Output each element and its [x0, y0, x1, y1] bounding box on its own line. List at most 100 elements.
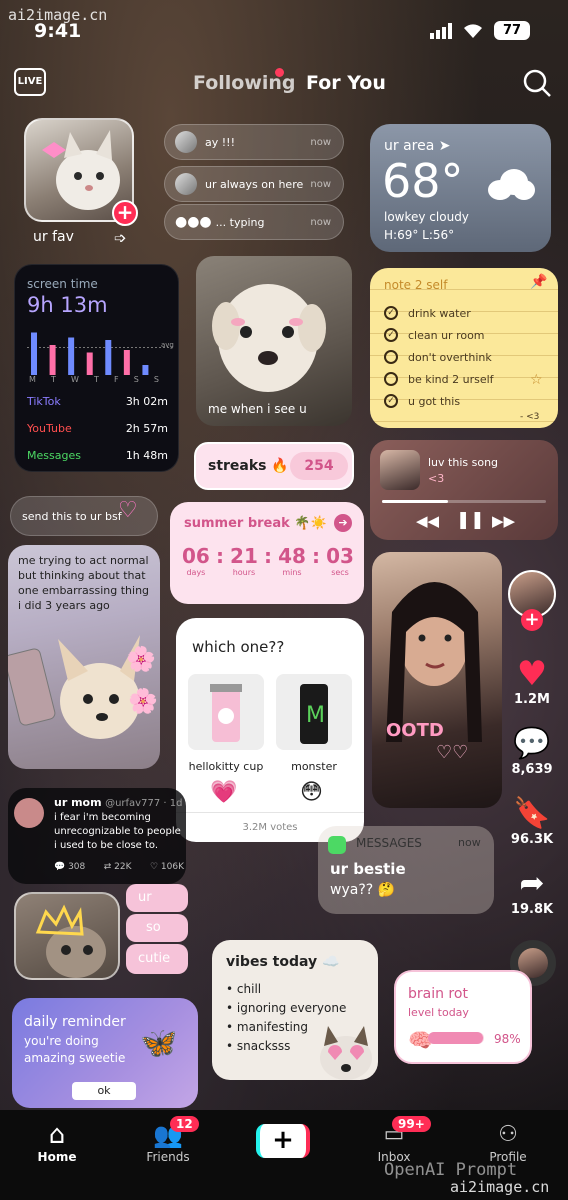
comment-icon: 💬	[513, 726, 551, 761]
screen-time-widget[interactable]: screen time 9h 13m avg M T W T F S S TikTok 3h …	[14, 264, 179, 472]
messages-app-icon	[328, 836, 346, 854]
search-icon[interactable]	[522, 68, 552, 98]
share-arrow-icon[interactable]: ➩	[114, 229, 127, 247]
note-item[interactable]: ✓ clean ur room	[384, 324, 544, 346]
vibes-item: • ignoring everyone	[226, 1001, 347, 1015]
hearts-doodle-icon: ♡♡	[436, 742, 469, 763]
album-art	[380, 450, 420, 490]
day-label: F	[113, 375, 119, 384]
reminder-ok-button[interactable]: ok	[72, 1082, 136, 1100]
live-button[interactable]: LIVE	[14, 68, 46, 96]
weather-hilo: H:69° L:56°	[384, 228, 455, 242]
create-button[interactable]: +	[256, 1124, 310, 1158]
chat-bubble[interactable]: ay !!! now	[164, 124, 344, 160]
dog-meme-caption: me when i see u	[208, 402, 307, 416]
screen-time-total: 9h 13m	[27, 293, 108, 317]
nav-home[interactable]: ⌂ Home	[17, 1120, 97, 1164]
poll-widget[interactable]: which one?? M hellokitty cup monster 💗 😳…	[176, 618, 364, 842]
divider	[176, 812, 364, 813]
pin-icon: 📌	[530, 274, 548, 290]
ootd-text: OOTD	[386, 720, 444, 741]
following-notification-dot	[275, 68, 284, 77]
app-row-messages: Messages 1h 48m	[27, 449, 168, 462]
screen-time-bar	[123, 350, 130, 375]
screen-time-bar	[142, 365, 149, 375]
note-item[interactable]: be kind 2 urself	[384, 368, 544, 390]
butterfly-icon: 🦋	[140, 1026, 178, 1061]
poll-question: which one??	[192, 638, 285, 656]
streaks-widget[interactable]: streaks 🔥 254	[194, 442, 354, 490]
save-button[interactable]: 🔖 96.3K	[502, 796, 562, 847]
chihuahua-meme-card[interactable]: me trying to act normal but thinking abo…	[8, 545, 160, 769]
nav-profile[interactable]: ⚇ Profile	[468, 1120, 548, 1164]
chat-bubble[interactable]: ur always on here now	[164, 166, 344, 202]
tab-for-you[interactable]: For You	[306, 72, 386, 94]
screen-time-chart	[27, 332, 172, 375]
note-signature: - <3	[520, 412, 540, 422]
comment-button[interactable]: 💬 8,639	[502, 726, 562, 777]
brain-rot-fill	[428, 1032, 483, 1044]
tweet-text: i fear i'm becoming unrecognizable to pe…	[54, 812, 181, 851]
day-label: T	[51, 375, 56, 384]
vibes-title: vibes today ☁️	[226, 954, 340, 970]
like-button[interactable]: ♥ 1.2M	[502, 656, 562, 707]
follow-plus-button[interactable]: +	[521, 609, 543, 631]
rewind-icon[interactable]: ◀◀	[416, 512, 439, 530]
notification-sender: ur bestie	[330, 860, 406, 878]
reminder-line: you're doing	[24, 1034, 99, 1048]
check-circle-icon: ✓	[384, 328, 398, 342]
poll-option-image-monster[interactable]: M	[276, 674, 352, 750]
forward-icon[interactable]: ▶▶	[492, 512, 515, 530]
retweet-count[interactable]: ⇄ 22K	[104, 862, 132, 872]
song-progress-fill	[382, 500, 448, 503]
chat-bubble[interactable]: ●●●... typing now	[164, 204, 344, 240]
empty-circle-icon	[384, 350, 398, 364]
countdown-widget[interactable]: summer break 🌴☀️ ➔ 06 days : 21 hours : 48…	[170, 502, 364, 604]
note-item[interactable]: don't overthink	[384, 346, 544, 368]
day-label: M	[29, 375, 36, 384]
day-label: W	[70, 375, 79, 384]
tweet-handle: @urfav777 · 1d	[105, 798, 183, 809]
bookmark-icon: 🔖	[513, 796, 551, 831]
signal-icon	[430, 23, 454, 39]
poll-option-image-cup[interactable]	[188, 674, 264, 750]
inbox-badge: 99+	[392, 1116, 431, 1132]
tweet-card[interactable]: ur mom @urfav777 · 1d i fear i'm becomin…	[8, 788, 186, 884]
weather-widget[interactable]: ur area ➤ 68° lowkey cloudy H:69° L:56°	[370, 124, 551, 252]
watermark-bottom: ai2image.cn	[450, 1178, 550, 1196]
bubble-word: cutie	[126, 944, 188, 974]
pause-icon[interactable]: ❚❚	[456, 510, 485, 530]
fav-follow-button[interactable]: +	[112, 200, 138, 226]
reminder-line: amazing sweetie	[24, 1051, 126, 1065]
poll-option-label: monster	[291, 760, 337, 773]
poll-vote-heart-button[interactable]: 💗	[210, 780, 237, 805]
arrow-right-icon[interactable]: ➔	[334, 514, 352, 532]
note-widget[interactable]: note 2 self 📌 ✓ drink water ✓ clean ur roo…	[370, 268, 558, 428]
brain-rot-widget[interactable]: brain rot level today 🧠 98%	[394, 970, 532, 1064]
weather-location: ur area ➤	[384, 138, 451, 154]
message-notification[interactable]: MESSAGES now ur bestie wya?? 🤔	[318, 826, 494, 914]
screen-time-bar	[68, 337, 75, 375]
crown-cat-photo[interactable]	[14, 892, 120, 980]
status-time: 9:41	[34, 20, 82, 42]
watermark-overlay: OpenAI Prompt	[384, 1160, 518, 1180]
cloud-icon	[486, 168, 536, 200]
chat-text: ... typing	[215, 215, 265, 229]
song-progress-track[interactable]	[382, 500, 546, 503]
tweet-like-count[interactable]: ♡ 106K	[150, 862, 184, 872]
ootd-photo[interactable]: OOTD ♡♡	[372, 552, 502, 808]
countdown-unit: 48 mins	[278, 544, 306, 577]
reply-count[interactable]: 💬 308	[54, 862, 85, 872]
music-widget[interactable]: luv this song <3 ◀◀ ❚❚ ▶▶	[370, 440, 558, 540]
screen-time-bar	[86, 352, 93, 375]
poll-vote-shocked-button[interactable]: 😳	[300, 780, 323, 805]
share-button[interactable]: ➦ 19.8K	[502, 866, 562, 917]
dog-meme-card[interactable]: me when i see u	[196, 256, 352, 426]
svg-text:🌸: 🌸	[126, 645, 156, 673]
wifi-icon	[462, 22, 484, 39]
note-item[interactable]: ✓ u got this	[384, 390, 544, 412]
day-label: T	[94, 375, 99, 384]
cutie-bubbles: ur so cutie	[126, 884, 188, 980]
note-item[interactable]: ✓ drink water	[384, 302, 544, 324]
daily-reminder-widget[interactable]: daily reminder you're doing amazing swee…	[12, 998, 198, 1108]
